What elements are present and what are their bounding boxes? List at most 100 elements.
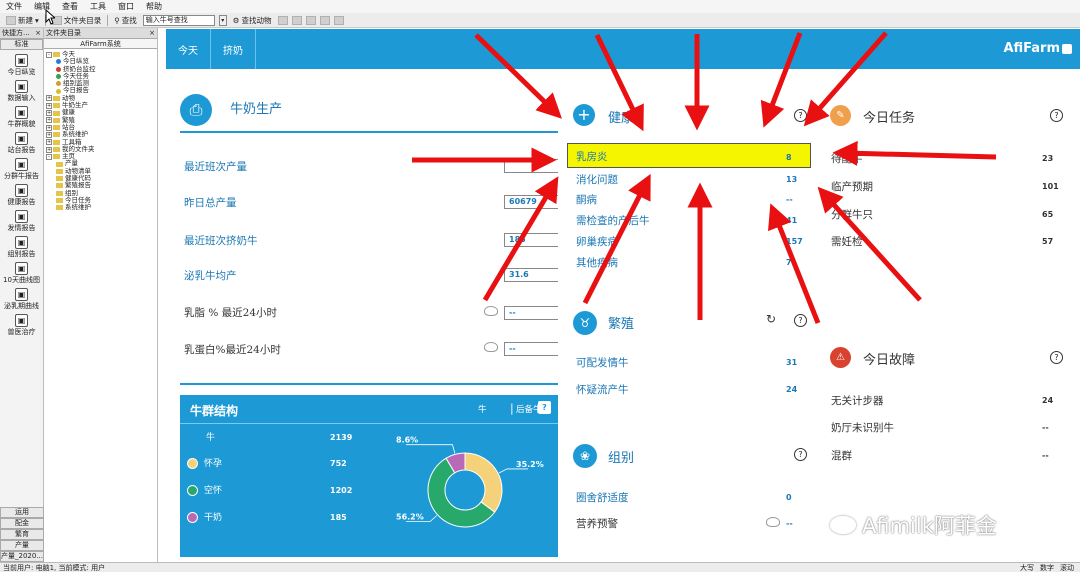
donut-data-label: 56.2% [396, 513, 424, 522]
health-row-label[interactable]: 需检查的产后牛 [576, 213, 650, 228]
quick-item[interactable]: ▣ 今日纵览 [0, 54, 43, 76]
find-button[interactable]: ⚲ 查找 [112, 15, 139, 26]
task-row-label[interactable]: 需妊检 [831, 234, 863, 249]
settings-icon[interactable] [333, 15, 344, 25]
folder-icon [53, 154, 60, 160]
breeding-row-label[interactable]: 怀疑流产牛 [576, 382, 629, 397]
mouse-cursor-icon [45, 9, 55, 25]
expand-icon[interactable]: + [46, 131, 52, 138]
expand-icon[interactable]: + [46, 124, 52, 131]
watermark-text: Afimilk阿菲金 [862, 514, 997, 538]
health-row-label[interactable]: 消化问题 [576, 172, 618, 187]
quick-category-button[interactable]: 运用 [0, 507, 44, 518]
warning-icon: ⚠ [830, 347, 851, 368]
quick-item[interactable]: ▣ 兽医治疗 [0, 314, 43, 336]
menu-view[interactable]: 查看 [62, 1, 78, 12]
quick-item[interactable]: ▣ 牛群概貌 [0, 106, 43, 128]
expand-icon[interactable]: + [46, 117, 52, 124]
print-icon[interactable] [305, 15, 316, 25]
close-icon[interactable]: × [35, 29, 41, 37]
menu-tools[interactable]: 工具 [90, 1, 106, 12]
expand-icon[interactable]: + [46, 95, 52, 102]
status-indicators: 大写 数字 滚动 [1020, 563, 1074, 572]
health-row-label[interactable]: 酮病 [576, 192, 597, 207]
health-row-label[interactable]: 其他疾病 [576, 255, 618, 270]
quick-item[interactable]: ▣ 站台报告 [0, 132, 43, 154]
expand-icon[interactable]: + [46, 146, 52, 153]
tab-cow[interactable]: 牛 [478, 403, 487, 415]
folder-icon [56, 168, 63, 174]
quick-item[interactable]: ▣ 10天曲线图 [0, 262, 43, 284]
tree-item[interactable]: 今日任务 [46, 196, 157, 204]
close-icon[interactable]: × [149, 29, 155, 37]
quick-item[interactable]: ▣ 健康报告 [0, 184, 43, 206]
folder-list-button[interactable]: 文件夹目录 [50, 15, 104, 26]
milk-row-label[interactable]: 昨日总产量 [184, 195, 237, 210]
tree-item[interactable]: 系统维护 [46, 203, 157, 211]
fault-row-label[interactable]: 无关计步器 [831, 393, 884, 408]
milk-row-label[interactable]: 泌乳牛均产 [184, 268, 237, 283]
help-icon[interactable]: ? [1050, 351, 1063, 364]
help-icon[interactable]: ? [1050, 109, 1063, 122]
quick-category-button[interactable]: 产量_2020... [0, 551, 44, 562]
watermark: Afimilk阿菲金 [830, 510, 997, 540]
breeding-row-label[interactable]: 可配发情牛 [576, 355, 629, 370]
folder-icon [56, 190, 63, 196]
help-icon[interactable]: ? [794, 314, 807, 327]
quick-item[interactable]: ▣ 数据输入 [0, 80, 43, 102]
quick-item[interactable]: ▣ 组别报告 [0, 236, 43, 258]
health-row-label[interactable]: 卵巢疾病 [576, 234, 618, 249]
tree-item[interactable]: 动物清单 [46, 167, 157, 175]
lactation-curve-icon: ▣ [15, 288, 28, 301]
menu-help[interactable]: 帮助 [146, 1, 162, 12]
cow-search-input[interactable]: 输入牛号查找 [142, 14, 215, 26]
menu-window[interactable]: 窗口 [118, 1, 134, 12]
find-animal-button[interactable]: ⚙ 查找动物 [231, 15, 274, 26]
collapse-icon[interactable]: - [46, 51, 52, 58]
milk-row-label[interactable]: 最近班次挤奶牛 [184, 233, 258, 248]
quick-item-label: 站台报告 [7, 146, 36, 154]
quick-category-button[interactable]: 配金 [0, 518, 44, 529]
health-row-label[interactable]: 乳房炎 [576, 149, 608, 164]
fault-row-label[interactable]: 奶厅未识别牛 [831, 420, 894, 435]
tree-item[interactable]: 产量 [46, 160, 157, 167]
tree-item[interactable]: 组别 [46, 189, 157, 197]
export-icon[interactable] [319, 15, 330, 25]
help-icon[interactable]: ? [794, 109, 807, 122]
quick-item[interactable]: ▣ 泌乳期曲线 [0, 288, 43, 310]
help-icon[interactable]: ? [538, 401, 551, 414]
quick-category-button[interactable]: 产量 [0, 540, 44, 551]
collapse-icon[interactable]: - [46, 153, 52, 160]
refresh-icon[interactable]: ↻ [766, 312, 776, 326]
expand-icon[interactable]: + [46, 110, 52, 117]
help-icon[interactable]: ? [794, 448, 807, 461]
font-icon[interactable] [277, 15, 288, 25]
curve-icon: ▣ [15, 262, 28, 275]
tab-milking[interactable]: 挤奶 [211, 29, 256, 69]
quick-category[interactable]: 标准 [0, 39, 43, 50]
tree-item[interactable]: - 主页 [46, 152, 157, 160]
refresh-icon[interactable]: ↻ [766, 107, 776, 121]
font-small-icon[interactable] [291, 15, 302, 25]
tree-item[interactable]: 健康代码 [46, 174, 157, 182]
tab-today[interactable]: 今天 [166, 29, 211, 69]
fault-row-label[interactable]: 混群 [831, 448, 852, 463]
report-icon [56, 81, 61, 87]
task-row-label[interactable]: 待配牛 [831, 151, 863, 166]
quick-item[interactable]: ▣ 分群牛报告 [0, 158, 43, 180]
task-row-label[interactable]: 临产预期 [831, 179, 873, 194]
task-row-label[interactable]: 分群牛只 [831, 207, 873, 222]
expand-icon[interactable]: + [46, 102, 52, 109]
new-button[interactable]: 新建 ▾ [4, 15, 41, 26]
menu-file[interactable]: 文件 [6, 1, 22, 12]
milk-row-label[interactable]: 最近班次产量 [184, 159, 247, 174]
quick-category-button[interactable]: 繁育 [0, 529, 44, 540]
milk-production-title: 牛奶生产 [230, 102, 283, 117]
search-dropdown[interactable]: ▾ [218, 14, 227, 26]
quick-item[interactable]: ▣ 发情报告 [0, 210, 43, 232]
groups-row-label[interactable]: 圈舍舒适度 [576, 490, 629, 505]
tree-item[interactable]: 繁殖报告 [46, 182, 157, 189]
quick-item-label: 数据输入 [7, 94, 36, 102]
quick-bottom-categories: 运用 配金 繁育 产量 产量_2020... [0, 507, 44, 562]
expand-icon[interactable]: + [46, 139, 52, 146]
